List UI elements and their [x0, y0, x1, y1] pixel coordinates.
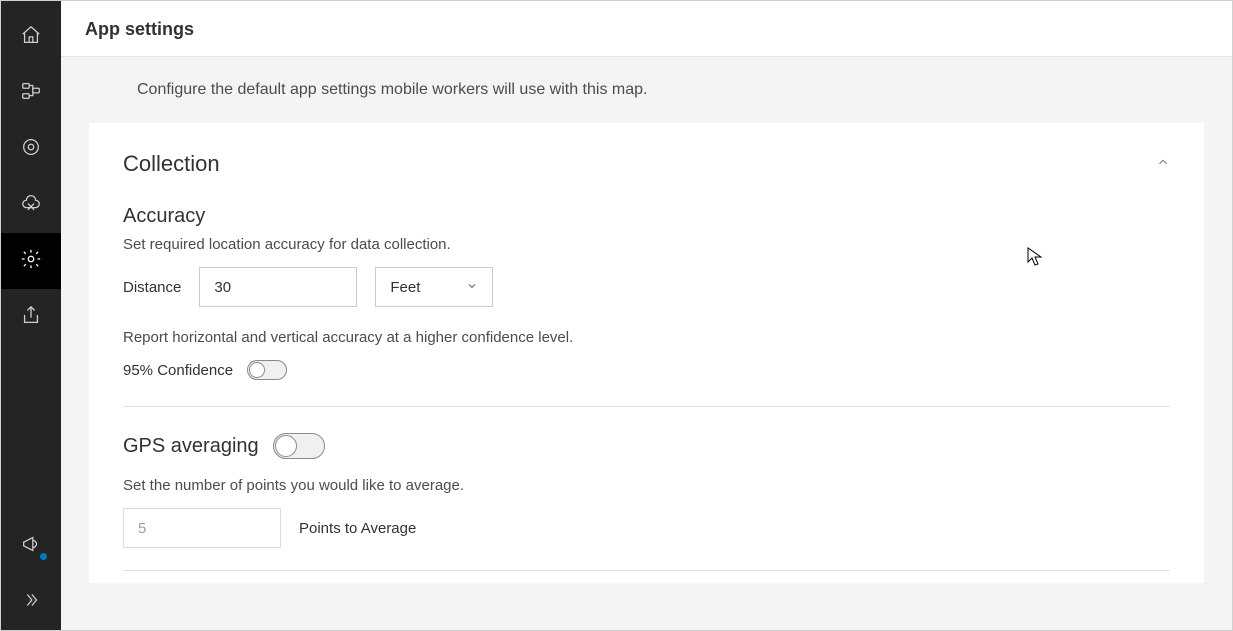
toggle-knob-icon	[275, 435, 297, 457]
gps-title: GPS averaging	[123, 435, 259, 458]
cloud-icon	[20, 192, 42, 219]
points-input[interactable]	[123, 508, 281, 548]
gear-icon	[20, 248, 42, 275]
chevron-down-icon	[466, 279, 478, 296]
collection-card: Collection Accuracy Set required locatio…	[89, 123, 1204, 583]
confidence-toggle[interactable]	[247, 360, 287, 380]
divider	[123, 570, 1170, 571]
divider	[123, 406, 1170, 407]
target-icon	[20, 136, 42, 163]
page-title: App settings	[85, 19, 1208, 40]
points-label: Points to Average	[299, 520, 416, 537]
accuracy-desc: Set required location accuracy for data …	[123, 236, 1170, 253]
home-icon	[20, 24, 42, 51]
unit-select[interactable]: Feet	[375, 267, 493, 307]
notification-dot-icon	[40, 553, 47, 560]
main: App settings Configure the default app s…	[61, 1, 1232, 630]
confidence-label: 95% Confidence	[123, 362, 233, 379]
chevron-up-icon	[1156, 155, 1170, 174]
nav-home[interactable]	[1, 9, 61, 65]
card-header[interactable]: Collection	[123, 151, 1170, 177]
gps-toggle[interactable]	[273, 433, 325, 459]
nav-share[interactable]	[1, 289, 61, 345]
report-desc: Report horizontal and vertical accuracy …	[123, 329, 1170, 346]
nav-target[interactable]	[1, 121, 61, 177]
toggle-knob-icon	[249, 362, 265, 378]
nav-layers[interactable]	[1, 65, 61, 121]
expand-icon	[20, 589, 42, 616]
nav-offline[interactable]	[1, 177, 61, 233]
distance-input[interactable]	[199, 267, 357, 307]
header: App settings	[61, 1, 1232, 57]
distance-label: Distance	[123, 279, 181, 296]
nav-announce[interactable]	[1, 518, 61, 574]
content: Configure the default app settings mobil…	[61, 57, 1232, 630]
sidebar	[1, 1, 61, 630]
accuracy-title: Accuracy	[123, 205, 205, 228]
megaphone-icon	[20, 533, 42, 560]
intro-text: Configure the default app settings mobil…	[137, 81, 1204, 99]
nav-settings[interactable]	[1, 233, 61, 289]
layers-icon	[20, 80, 42, 107]
gps-desc: Set the number of points you would like …	[123, 477, 1170, 494]
collection-title: Collection	[123, 151, 220, 177]
share-icon	[20, 304, 42, 331]
unit-selected: Feet	[390, 279, 420, 296]
nav-expand[interactable]	[1, 574, 61, 630]
